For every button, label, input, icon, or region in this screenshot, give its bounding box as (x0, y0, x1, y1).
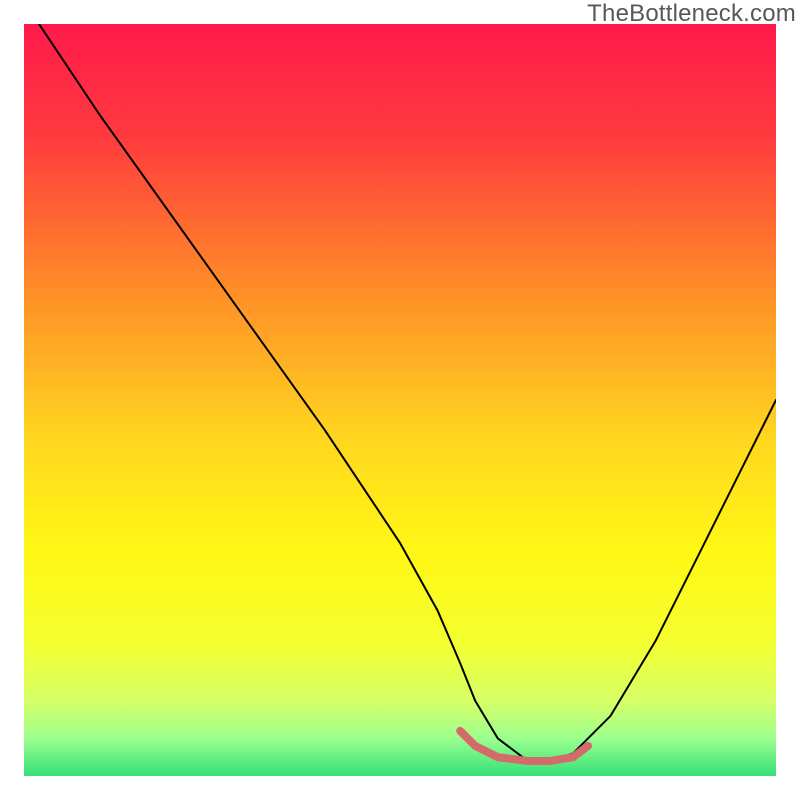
optimal-range-marker (460, 731, 588, 761)
bottleneck-curve (39, 24, 776, 761)
watermark-text: TheBottleneck.com (587, 0, 796, 28)
curve-layer (24, 24, 776, 776)
plot-area (24, 24, 776, 776)
chart-container: TheBottleneck.com (0, 0, 800, 800)
